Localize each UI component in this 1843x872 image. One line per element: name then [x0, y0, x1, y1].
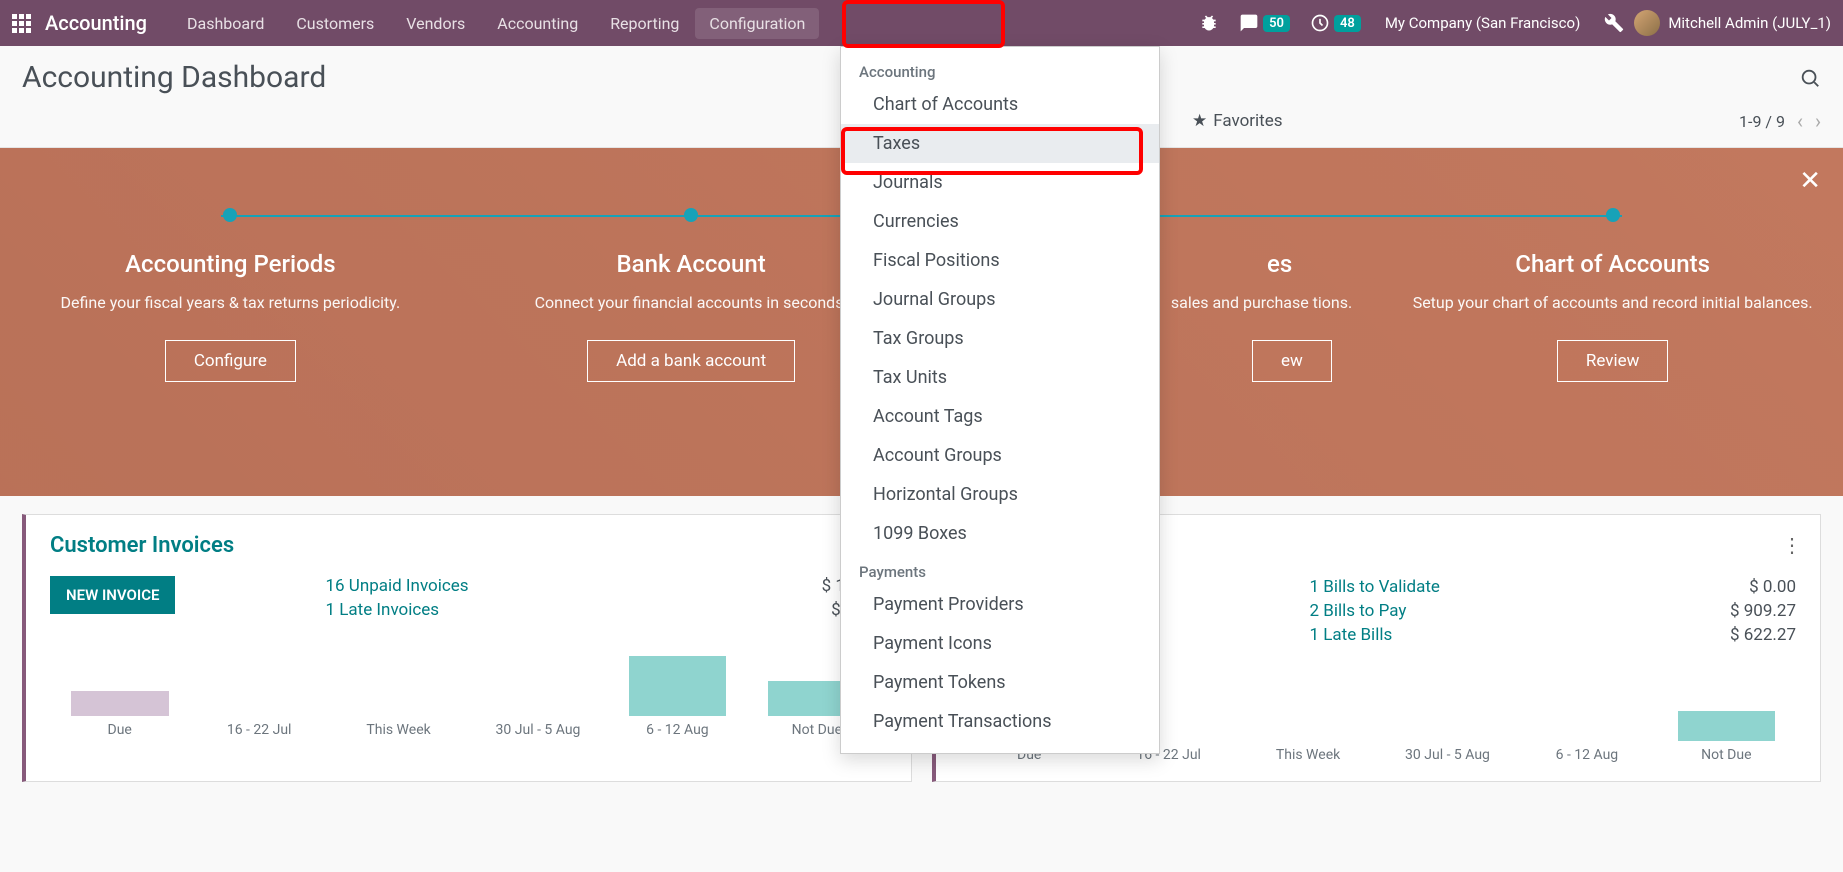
user-avatar [1634, 10, 1660, 36]
company-selector[interactable]: My Company (San Francisco) [1385, 14, 1580, 32]
step-title: Bank Account [491, 250, 892, 278]
dd-currencies[interactable]: Currencies [841, 202, 1159, 241]
axis-label: Not Due [1657, 747, 1796, 763]
configuration-dropdown: Accounting Chart of Accounts Taxes Journ… [840, 46, 1160, 754]
dd-journal-groups[interactable]: Journal Groups [841, 280, 1159, 319]
nav-configuration[interactable]: Configuration [695, 8, 819, 39]
axis-label: 6 - 12 Aug [1517, 747, 1656, 763]
messages-badge: 50 [1263, 15, 1290, 32]
banner-close-icon[interactable]: ✕ [1799, 166, 1821, 196]
apps-icon[interactable] [12, 14, 31, 33]
pager-prev-icon[interactable]: ‹ [1797, 109, 1803, 133]
dd-tax-units[interactable]: Tax Units [841, 358, 1159, 397]
configure-button[interactable]: Configure [165, 340, 296, 382]
step-dot [223, 208, 237, 222]
nav-accounting[interactable]: Accounting [481, 14, 594, 33]
bills-validate-link[interactable]: 1 Bills to Validate [1310, 577, 1677, 597]
validate-amount: $ 0.00 [1676, 577, 1796, 597]
add-bank-button[interactable]: Add a bank account [587, 340, 795, 382]
unpaid-invoices-link[interactable]: 16 Unpaid Invoices [325, 576, 766, 596]
invoices-chart: Due 16 - 22 Jul This Week 30 Jul - 5 Aug… [50, 648, 887, 738]
dd-payment-tokens[interactable]: Payment Tokens [841, 663, 1159, 702]
messages-icon[interactable]: 50 [1239, 13, 1290, 33]
dd-fiscal-positions[interactable]: Fiscal Positions [841, 241, 1159, 280]
step-title: Accounting Periods [30, 250, 431, 278]
step-desc: Define your fiscal years & tax returns p… [30, 292, 431, 314]
activities-badge: 48 [1334, 15, 1361, 32]
nav-vendors[interactable]: Vendors [390, 14, 481, 33]
favorites-menu[interactable]: ★ Favorites [1192, 111, 1283, 131]
step-desc: Setup your chart of accounts and record … [1412, 292, 1813, 314]
dd-taxes[interactable]: Taxes [841, 124, 1159, 163]
app-brand[interactable]: Accounting [45, 11, 147, 35]
favorites-label: Favorites [1213, 111, 1282, 131]
axis-label: 16 - 22 Jul [189, 722, 328, 738]
tools-icon[interactable] [1604, 13, 1624, 33]
card-title[interactable]: Customer Invoices [50, 533, 887, 558]
bar [629, 656, 727, 716]
pager: 1-9 / 9 ‹ › [1739, 109, 1821, 133]
axis-label: This Week [1238, 747, 1377, 763]
bar [71, 691, 169, 716]
dropdown-section-header: Payments [841, 553, 1159, 585]
customer-invoices-card: Customer Invoices ⋮ NEW INVOICE 16 Unpai… [22, 514, 912, 782]
star-icon: ★ [1192, 111, 1207, 131]
user-name: Mitchell Admin (JULY_1) [1668, 14, 1831, 32]
onboarding-step-coa: Chart of Accounts Setup your chart of ac… [1382, 208, 1843, 382]
nav-dashboard[interactable]: Dashboard [171, 14, 280, 33]
onboarding-step-periods: Accounting Periods Define your fiscal ye… [0, 208, 461, 382]
nav-reporting[interactable]: Reporting [594, 14, 695, 33]
dd-horizontal-groups[interactable]: Horizontal Groups [841, 475, 1159, 514]
pay-amount: $ 909.27 [1676, 601, 1796, 621]
card-menu-icon[interactable]: ⋮ [1782, 533, 1802, 557]
axis-label: This Week [329, 722, 468, 738]
step-dot [1606, 208, 1620, 222]
review-coa-button[interactable]: Review [1557, 340, 1669, 382]
axis-label: Due [50, 722, 189, 738]
dd-1099-boxes[interactable]: 1099 Boxes [841, 514, 1159, 553]
dd-tax-groups[interactable]: Tax Groups [841, 319, 1159, 358]
bills-pay-link[interactable]: 2 Bills to Pay [1310, 601, 1677, 621]
dd-payment-transactions[interactable]: Payment Transactions [841, 702, 1159, 741]
late-bills-amount: $ 622.27 [1676, 625, 1796, 645]
dd-journals[interactable]: Journals [841, 163, 1159, 202]
late-invoices-link[interactable]: 1 Late Invoices [325, 600, 766, 620]
nav-customers[interactable]: Customers [280, 14, 390, 33]
dd-account-tags[interactable]: Account Tags [841, 397, 1159, 436]
review-taxes-button[interactable]: ew [1252, 340, 1332, 382]
step-title: Chart of Accounts [1412, 250, 1813, 278]
step-dot [684, 208, 698, 222]
search-icon[interactable] [1799, 67, 1821, 89]
user-menu[interactable]: Mitchell Admin (JULY_1) [1634, 10, 1831, 36]
dd-account-groups[interactable]: Account Groups [841, 436, 1159, 475]
step-desc: Connect your financial accounts in secon… [491, 292, 892, 314]
pager-text: 1-9 / 9 [1739, 112, 1785, 131]
debug-icon[interactable] [1199, 13, 1219, 33]
new-invoice-button[interactable]: NEW INVOICE [50, 576, 175, 614]
late-bills-link[interactable]: 1 Late Bills [1310, 625, 1677, 645]
bar [1678, 711, 1776, 741]
axis-label: 6 - 12 Aug [608, 722, 747, 738]
axis-label: 30 Jul - 5 Aug [468, 722, 607, 738]
dd-chart-of-accounts[interactable]: Chart of Accounts [841, 85, 1159, 124]
top-navbar: Accounting Dashboard Customers Vendors A… [0, 0, 1843, 46]
dd-payment-providers[interactable]: Payment Providers [841, 585, 1159, 624]
activities-icon[interactable]: 48 [1310, 13, 1361, 33]
dropdown-section-header: Accounting [841, 53, 1159, 85]
axis-label: 30 Jul - 5 Aug [1378, 747, 1517, 763]
pager-next-icon[interactable]: › [1815, 109, 1821, 133]
dd-payment-icons[interactable]: Payment Icons [841, 624, 1159, 663]
